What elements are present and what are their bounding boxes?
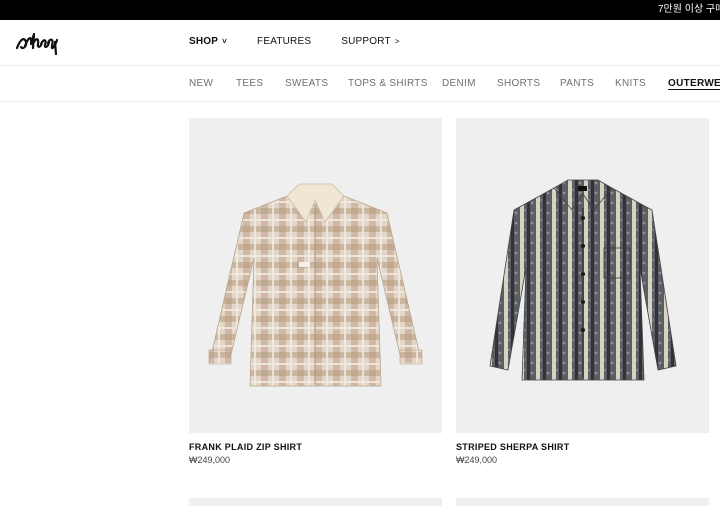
nav-features-label: FEATURES [257,36,312,47]
product-price: ₩249,000 [189,455,231,465]
category-tops-shirts[interactable]: TOPS & SHIRTS [348,78,428,89]
category-new[interactable]: NEW [189,78,213,89]
product-card[interactable]: STRIPED SHERPA SHIRT ₩249,000 [456,118,709,465]
category-denim[interactable]: DENIM [442,78,476,89]
nav-shop-label: SHOP [189,36,219,47]
category-shorts[interactable]: SHORTS [497,78,540,89]
product-name[interactable]: STRIPED SHERPA SHIRT [456,442,570,452]
brand-logo[interactable] [14,26,60,58]
category-nav: NEW TEES SWEATS TOPS & SHIRTS DENIM SHOR… [0,66,720,102]
stussy-logo-icon [15,32,59,56]
announcement-bar: 7만원 이상 구매 [0,0,720,20]
product-card-partial[interactable] [456,498,709,506]
plaid-zip-shirt-image [208,183,423,387]
product-image[interactable] [189,118,442,433]
category-knits[interactable]: KNITS [615,78,646,89]
product-card[interactable]: FRANK PLAID ZIP SHIRT ₩249,000 [189,118,442,465]
site-header: SHOP ˅ FEATURES SUPPORT > [0,20,720,66]
category-tees[interactable]: TEES [236,78,263,89]
nav-support-label: SUPPORT [341,36,391,47]
nav-shop[interactable]: SHOP ˅ [189,36,227,47]
product-card-partial[interactable] [189,498,442,506]
announcement-text: 7만원 이상 구매 [658,4,720,15]
striped-sherpa-shirt-image [489,179,677,381]
product-name[interactable]: FRANK PLAID ZIP SHIRT [189,442,302,452]
category-pants[interactable]: PANTS [560,78,594,89]
chevron-right-icon: > [394,37,400,46]
category-outerwear[interactable]: OUTERWEA [668,78,720,89]
main-nav: SHOP ˅ FEATURES SUPPORT > [189,36,430,47]
product-price: ₩249,000 [456,455,498,465]
product-image[interactable] [456,118,709,433]
nav-support[interactable]: SUPPORT > [341,36,399,47]
category-sweats[interactable]: SWEATS [285,78,328,89]
nav-features[interactable]: FEATURES [257,36,311,47]
chevron-down-icon: ˅ [222,37,228,46]
